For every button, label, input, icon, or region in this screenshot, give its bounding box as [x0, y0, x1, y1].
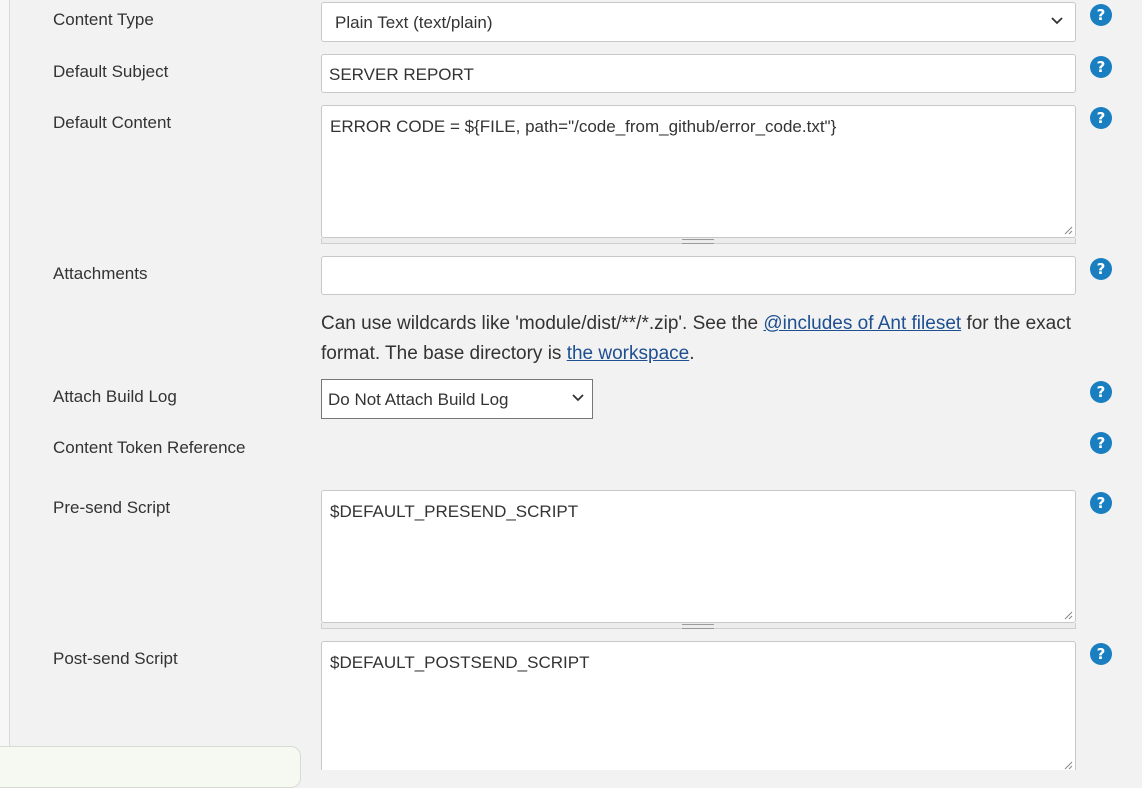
attach-build-log-select[interactable]: Do Not Attach Build Log	[321, 379, 593, 419]
attach-build-log-label: Attach Build Log	[53, 387, 177, 406]
default-content-textarea[interactable]: ERROR CODE = ${FILE, path="/code_from_gi…	[321, 105, 1076, 238]
textarea-drag-bar[interactable]	[321, 238, 1076, 244]
post-send-script-textarea[interactable]: $DEFAULT_POSTSEND_SCRIPT	[321, 641, 1076, 770]
left-rail	[0, 0, 10, 770]
bottom-panel	[0, 746, 301, 788]
default-content-label: Default Content	[53, 113, 172, 132]
help-icon[interactable]: ?	[1090, 643, 1112, 665]
help-icon[interactable]: ?	[1090, 492, 1112, 514]
help-icon[interactable]: ?	[1090, 432, 1112, 454]
help-icon[interactable]: ?	[1090, 258, 1112, 280]
ant-fileset-link[interactable]: @includes of Ant fileset	[763, 313, 961, 334]
help-text-suffix: .	[689, 343, 695, 364]
resize-handle-icon[interactable]	[1063, 760, 1073, 770]
attachments-input[interactable]	[321, 256, 1076, 295]
workspace-link[interactable]: the workspace	[567, 343, 690, 364]
content-type-value: Plain Text (text/plain)	[335, 13, 493, 32]
help-icon[interactable]: ?	[1090, 107, 1112, 129]
help-icon[interactable]: ?	[1090, 381, 1112, 403]
help-icon[interactable]: ?	[1090, 4, 1112, 26]
pre-send-script-label: Pre-send Script	[53, 498, 171, 517]
drag-grip-icon	[682, 239, 714, 244]
default-content-value: ERROR CODE = ${FILE, path="/code_from_gi…	[330, 117, 837, 136]
default-subject-input[interactable]: SERVER REPORT	[321, 54, 1076, 93]
chevron-down-icon	[1051, 17, 1063, 25]
help-text-prefix: Can use wildcards like 'module/dist/**/*…	[321, 313, 764, 334]
content-type-select[interactable]: Plain Text (text/plain)	[321, 2, 1076, 42]
resize-handle-icon[interactable]	[1063, 610, 1073, 620]
chevron-down-icon	[572, 394, 584, 402]
default-subject-label: Default Subject	[53, 62, 169, 81]
attach-build-log-value: Do Not Attach Build Log	[328, 390, 509, 409]
content-token-reference-label: Content Token Reference	[53, 438, 246, 457]
default-subject-value: SERVER REPORT	[329, 65, 474, 84]
content-type-label: Content Type	[53, 10, 154, 29]
resize-handle-icon[interactable]	[1063, 225, 1073, 235]
textarea-drag-bar[interactable]	[321, 623, 1076, 629]
drag-grip-icon	[682, 624, 714, 629]
post-send-script-label: Post-send Script	[53, 649, 178, 668]
attachments-help-text: Can use wildcards like 'module/dist/**/*…	[321, 309, 1081, 369]
pre-send-script-textarea[interactable]: $DEFAULT_PRESEND_SCRIPT	[321, 490, 1076, 623]
pre-send-script-value: $DEFAULT_PRESEND_SCRIPT	[330, 502, 579, 521]
post-send-script-value: $DEFAULT_POSTSEND_SCRIPT	[330, 653, 590, 672]
help-icon[interactable]: ?	[1090, 56, 1112, 78]
attachments-label: Attachments	[53, 264, 148, 283]
